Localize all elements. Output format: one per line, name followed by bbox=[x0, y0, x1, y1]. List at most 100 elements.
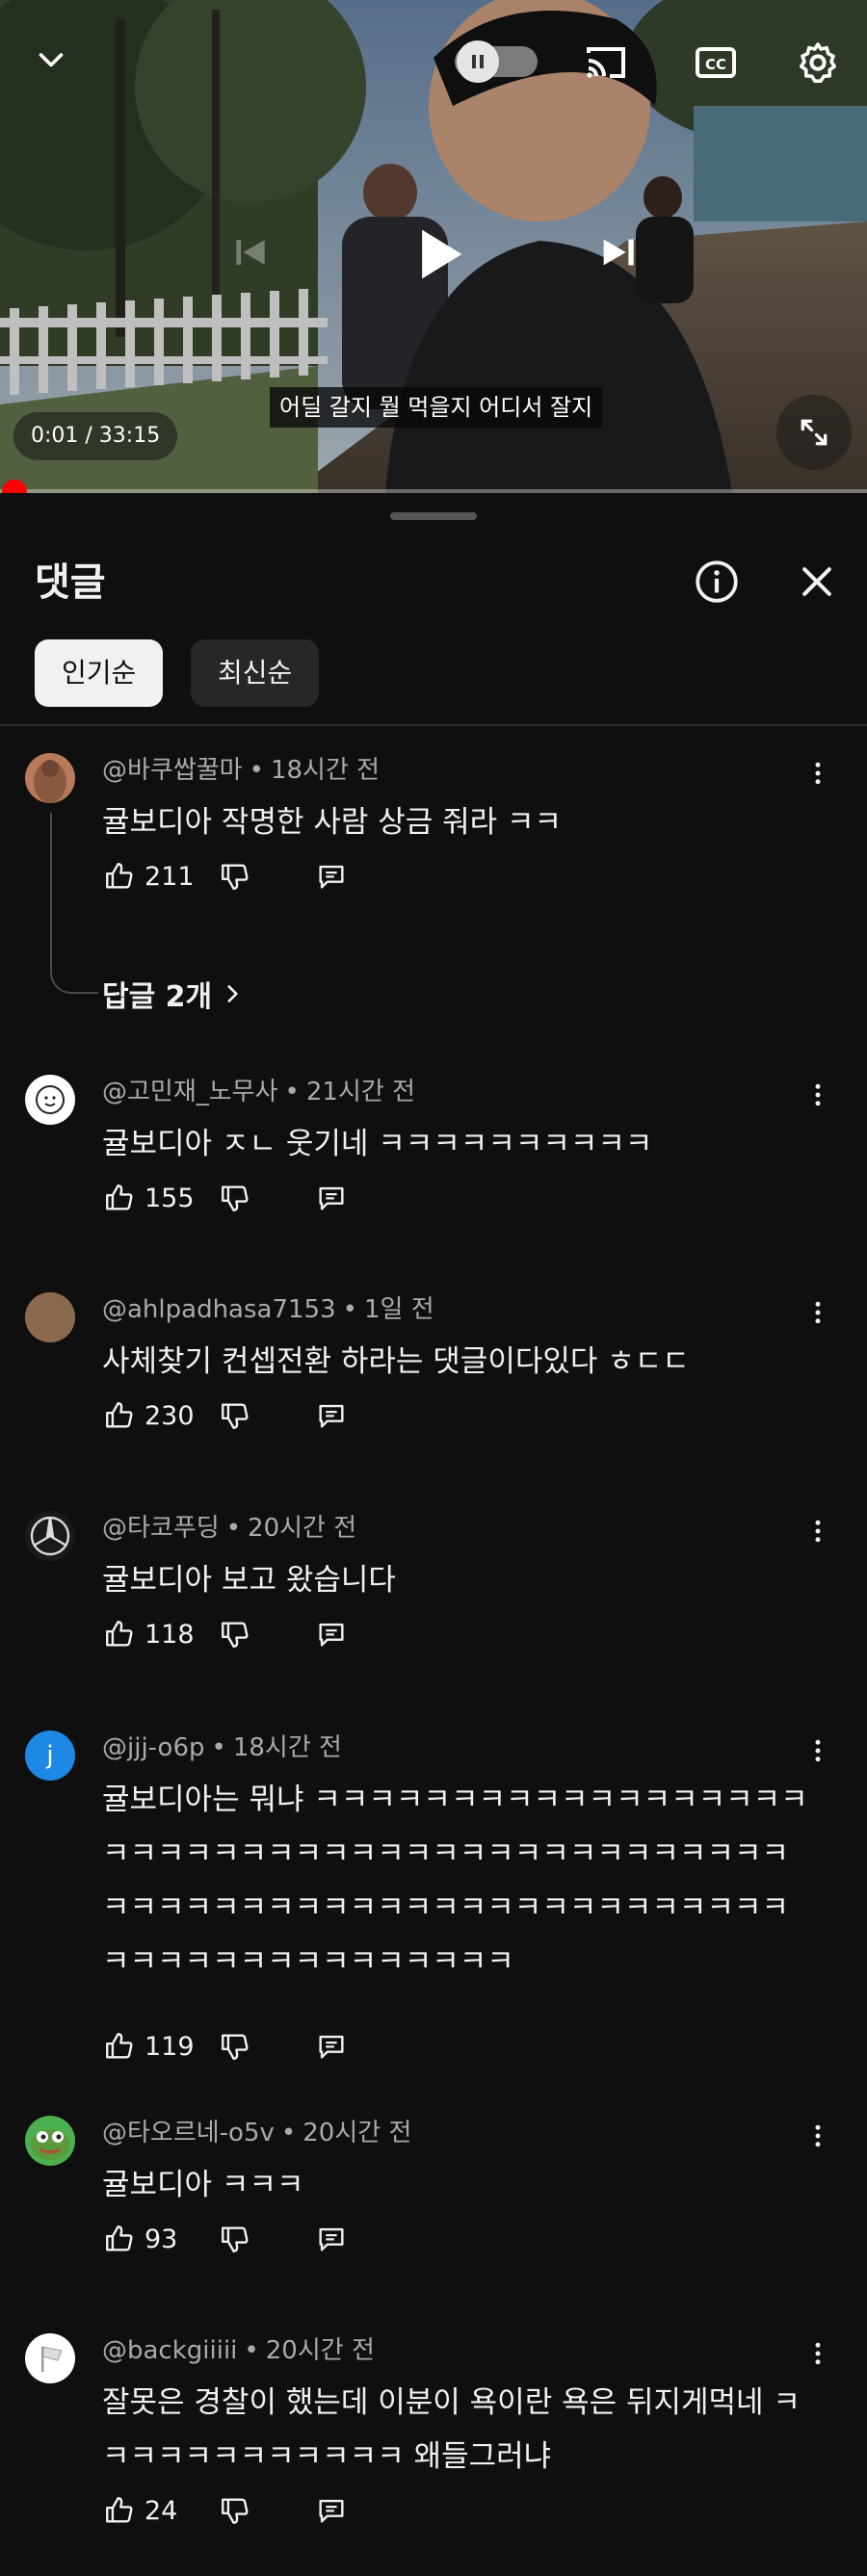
captions-button[interactable]: CC bbox=[684, 31, 748, 94]
dislike-button[interactable] bbox=[212, 1611, 258, 1657]
dislike-button[interactable] bbox=[212, 2216, 258, 2262]
dislike-button[interactable] bbox=[212, 2023, 258, 2069]
reply-button[interactable] bbox=[308, 2487, 355, 2534]
thumb-down-icon bbox=[219, 1399, 251, 1432]
play-button[interactable] bbox=[389, 206, 486, 302]
comment-time: 20시간 전 bbox=[302, 2119, 412, 2147]
avatar[interactable] bbox=[25, 1511, 75, 1561]
dislike-button[interactable] bbox=[212, 853, 258, 899]
like-button[interactable] bbox=[96, 1175, 143, 1221]
cast-button[interactable] bbox=[574, 31, 638, 94]
drag-handle[interactable] bbox=[390, 512, 477, 520]
chevron-down-icon bbox=[34, 43, 68, 78]
comment-text: 잘못은 경찰이 했는데 이분이 욕이란 욕은 뒤지게먹네 ㅋㅋㅋㅋㅋㅋㅋㅋㅋㅋㅋ… bbox=[102, 2385, 801, 2474]
reply-button[interactable] bbox=[308, 1392, 355, 1439]
fullscreen-icon bbox=[795, 413, 833, 452]
comment-more-button[interactable] bbox=[796, 1073, 840, 1117]
like-count: 118 bbox=[144, 1619, 195, 1650]
thread-line bbox=[50, 813, 98, 994]
thumb-down-icon bbox=[219, 1618, 251, 1651]
cast-icon bbox=[583, 39, 629, 86]
avatar[interactable] bbox=[25, 2116, 75, 2166]
like-button[interactable] bbox=[96, 2487, 143, 2534]
comment-text: 귤보디아 ㅋㅋㅋ bbox=[102, 2168, 304, 2202]
minimize-player-button[interactable] bbox=[21, 31, 81, 91]
avatar[interactable] bbox=[25, 1292, 75, 1342]
avatar[interactable] bbox=[25, 1075, 75, 1125]
more-vert-icon bbox=[803, 1080, 832, 1109]
next-icon bbox=[596, 230, 641, 274]
like-button[interactable] bbox=[96, 2023, 143, 2069]
view-replies-link[interactable]: 답글 2개 bbox=[102, 973, 245, 1015]
reply-button[interactable] bbox=[308, 1611, 355, 1657]
comment-meta: @바쿠쌉꿀마 • 18시간 전 bbox=[102, 753, 380, 788]
comment-author[interactable]: @타코푸딩 bbox=[102, 1514, 220, 1543]
close-comments-button[interactable] bbox=[778, 543, 855, 620]
comment-time: 20시간 전 bbox=[248, 1514, 357, 1543]
thumb-down-icon bbox=[219, 2030, 251, 2063]
comment-text: 귤보디아 ㅈㄴ 웃기네 ㅋㅋㅋㅋㅋㅋㅋㅋㅋㅋ bbox=[102, 1127, 653, 1161]
settings-icon bbox=[795, 39, 841, 86]
comment-actions: 211 bbox=[96, 849, 355, 903]
meta-separator: • bbox=[211, 1733, 226, 1762]
reply-button[interactable] bbox=[308, 853, 355, 899]
like-count: 211 bbox=[144, 861, 195, 892]
comment-more-button[interactable] bbox=[796, 2331, 840, 2376]
dislike-button[interactable] bbox=[212, 2487, 258, 2534]
like-button[interactable] bbox=[96, 853, 143, 899]
comment-time: 21시간 전 bbox=[305, 1078, 415, 1106]
comment-time: 18시간 전 bbox=[232, 1733, 342, 1762]
fullscreen-button[interactable] bbox=[776, 395, 852, 470]
comment-more-button[interactable] bbox=[796, 1729, 840, 1773]
comment-author[interactable]: @고민재_노무사 bbox=[102, 1078, 278, 1106]
reply-icon bbox=[315, 2494, 348, 2527]
meta-separator: • bbox=[244, 2336, 259, 2365]
reply-button[interactable] bbox=[308, 1175, 355, 1221]
next-button[interactable] bbox=[584, 218, 653, 287]
comment-author[interactable]: @타오르네-o5v bbox=[102, 2119, 275, 2147]
comment-meta: @backgiiiii • 20시간 전 bbox=[102, 2333, 375, 2368]
thumb-up-icon bbox=[103, 2494, 136, 2527]
previous-icon bbox=[229, 231, 272, 273]
more-vert-icon bbox=[803, 1736, 832, 1765]
comment-more-button[interactable] bbox=[796, 751, 840, 795]
thumb-up-icon bbox=[103, 2223, 136, 2255]
video-player[interactable]: CC 어딜 갈지 뭘 먹을지 어디서 잘지 0:01 / 33:15 bbox=[0, 0, 867, 493]
sort-chip-top[interactable]: 인기순 bbox=[35, 639, 164, 707]
play-icon bbox=[401, 218, 474, 291]
reply-icon bbox=[315, 1182, 348, 1214]
autoplay-toggle[interactable] bbox=[453, 37, 539, 87]
more-vert-icon bbox=[803, 2339, 832, 2368]
comment-meta: @jjj-o6p • 18시간 전 bbox=[102, 1730, 342, 1765]
thumb-up-icon bbox=[103, 1618, 136, 1651]
reply-icon bbox=[315, 1618, 348, 1651]
avatar[interactable] bbox=[25, 753, 75, 803]
thumb-up-icon bbox=[103, 1399, 136, 1432]
like-button[interactable] bbox=[96, 1392, 143, 1439]
settings-button[interactable] bbox=[786, 31, 850, 94]
comment-more-button[interactable] bbox=[796, 1509, 840, 1553]
more-vert-icon bbox=[803, 1517, 832, 1546]
comment-more-button[interactable] bbox=[796, 2114, 840, 2158]
avatar[interactable] bbox=[25, 2333, 75, 2383]
replies-count: 답글 2개 bbox=[102, 980, 213, 1014]
like-button[interactable] bbox=[96, 2216, 143, 2262]
comments-info-button[interactable] bbox=[678, 543, 755, 620]
comment-author[interactable]: @backgiiiii bbox=[102, 2336, 237, 2365]
comment-actions: 118 bbox=[96, 1607, 355, 1661]
thumb-up-icon bbox=[103, 860, 136, 893]
comment-more-button[interactable] bbox=[796, 1290, 840, 1335]
reply-button[interactable] bbox=[308, 2216, 355, 2262]
dislike-button[interactable] bbox=[212, 1392, 258, 1439]
reply-button[interactable] bbox=[308, 2023, 355, 2069]
comment-author[interactable]: @ahlpadhasa7153 bbox=[102, 1295, 336, 1324]
comment-author[interactable]: @바쿠쌉꿀마 bbox=[102, 756, 243, 785]
like-button[interactable] bbox=[96, 1611, 143, 1657]
chevron-right-icon bbox=[220, 981, 245, 1006]
sort-chip-newest[interactable]: 최신순 bbox=[191, 639, 320, 707]
avatar[interactable]: j bbox=[25, 1730, 75, 1781]
dislike-button[interactable] bbox=[212, 1175, 258, 1221]
previous-button[interactable] bbox=[216, 218, 285, 287]
comment-author[interactable]: @jjj-o6p bbox=[102, 1733, 205, 1762]
info-icon bbox=[693, 558, 741, 606]
